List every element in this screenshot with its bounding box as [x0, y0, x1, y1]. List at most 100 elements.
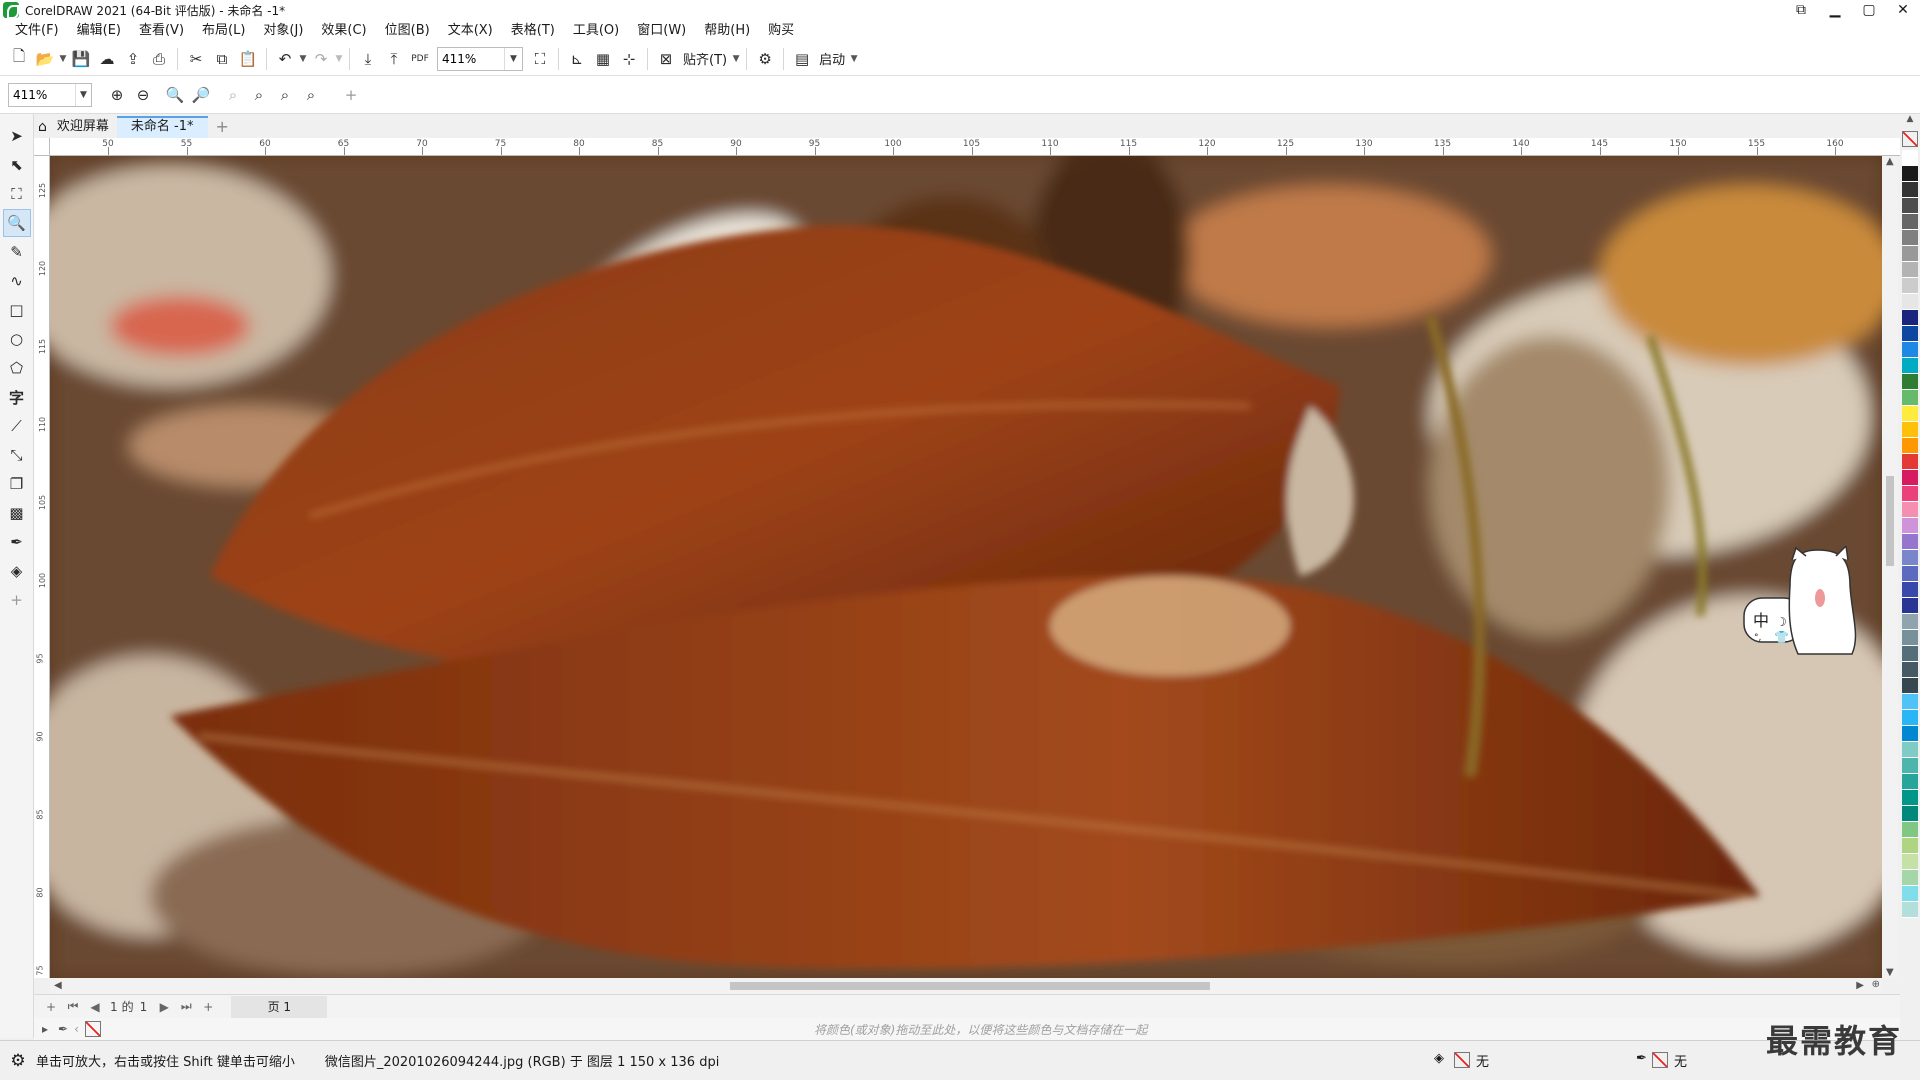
horizontal-scrollbar[interactable]: ◀ ▶ ⊕ [50, 978, 1882, 994]
color-swatch[interactable] [1902, 678, 1918, 694]
page-tab[interactable]: 页 1 [231, 995, 328, 1018]
maximize-button[interactable]: ▢ [1852, 0, 1886, 20]
show-grid-icon[interactable]: ▦ [590, 46, 616, 72]
scroll-right-icon[interactable]: ▶ [1856, 980, 1864, 991]
color-swatch[interactable] [1902, 166, 1918, 182]
color-swatch[interactable] [1902, 550, 1918, 566]
menu-edit[interactable]: 编辑(E) [68, 20, 130, 42]
color-swatch[interactable] [1902, 838, 1918, 854]
new-tab-button[interactable]: + [208, 116, 237, 138]
color-swatch[interactable] [1902, 150, 1918, 166]
menu-table[interactable]: 表格(T) [502, 20, 564, 42]
zoom-levels-input[interactable] [9, 83, 75, 106]
palette-more-icon[interactable]: ‹ [74, 1022, 79, 1036]
menu-help[interactable]: 帮助(H) [695, 20, 759, 42]
color-swatch[interactable] [1902, 486, 1918, 502]
vertical-scrollbar[interactable]: ▲ ▼ [1882, 156, 1898, 978]
no-color-swatch[interactable] [1902, 131, 1918, 147]
connector-tool-icon[interactable]: ⤡ [3, 441, 31, 469]
last-page-icon[interactable]: ⏭ [175, 999, 197, 1014]
eyedropper-tool-icon[interactable]: ✒ [3, 528, 31, 556]
menu-file[interactable]: 文件(F) [6, 20, 68, 42]
vertical-scroll-thumb[interactable] [1886, 476, 1894, 566]
color-swatch[interactable] [1902, 774, 1918, 790]
show-rulers-icon[interactable]: ⊾ [564, 46, 590, 72]
print-icon[interactable]: ⎙ [146, 46, 172, 72]
zoom-out-icon[interactable]: ⊖ [130, 82, 156, 108]
color-swatch[interactable] [1902, 390, 1918, 406]
paste-icon[interactable]: 📋 [235, 46, 261, 72]
menu-object[interactable]: 对象(J) [254, 20, 312, 42]
add-tool-icon[interactable]: + [3, 586, 31, 614]
color-swatch[interactable] [1902, 438, 1918, 454]
chevron-down-icon[interactable]: ▼ [504, 47, 522, 70]
close-button[interactable]: ✕ [1886, 0, 1920, 20]
freehand-tool-icon[interactable]: ✎ [3, 238, 31, 266]
horizontal-ruler[interactable]: 50 55 60 65 70 75 80 85 90 95 100 105 110 115 120 125 13… [50, 138, 1900, 156]
menu-window[interactable]: 窗口(W) [628, 20, 695, 42]
fill-none-swatch[interactable] [1454, 1052, 1470, 1068]
outline-pen-icon[interactable]: ✒ [1636, 1051, 1647, 1066]
menu-view[interactable]: 查看(V) [130, 20, 193, 42]
zoom-to-all-objects-icon[interactable]: 🔎 [188, 82, 214, 108]
parallel-dimension-tool-icon[interactable]: ⟋ [3, 412, 31, 440]
color-swatch[interactable] [1902, 374, 1918, 390]
cut-icon[interactable]: ✂ [183, 46, 209, 72]
color-swatch[interactable] [1902, 614, 1918, 630]
artistic-media-tool-icon[interactable]: ∿ [3, 267, 31, 295]
redo-icon[interactable]: ↷ [308, 46, 334, 72]
zoom-to-page-height-icon[interactable]: ⌕ [272, 82, 298, 108]
snap-to-label[interactable]: 贴齐(T) [679, 49, 731, 68]
color-swatch[interactable] [1902, 886, 1918, 902]
launch-dropdown-icon[interactable]: ▼ [849, 54, 859, 64]
restore-view-icon[interactable]: ⧉ [1784, 0, 1818, 20]
color-swatch[interactable] [1902, 582, 1918, 598]
publish-pdf-icon[interactable]: PDF [407, 46, 433, 72]
expand-arrow-icon[interactable]: ▸ [42, 1022, 48, 1036]
color-swatch[interactable] [1902, 646, 1918, 662]
tab-welcome[interactable]: ⌂ 欢迎屏幕 [34, 116, 117, 138]
add-icon[interactable]: + [338, 82, 364, 108]
outline-none-swatch[interactable] [1652, 1052, 1668, 1068]
color-swatch[interactable] [1902, 214, 1918, 230]
color-swatch[interactable] [1902, 806, 1918, 822]
leaf-bitmap-image[interactable] [50, 156, 1882, 978]
full-screen-icon[interactable]: ⛶ [527, 46, 553, 72]
export-icon[interactable]: ⤒ [381, 46, 407, 72]
color-swatch[interactable] [1902, 406, 1918, 422]
zoom-level-input[interactable] [438, 47, 504, 70]
navigator-icon[interactable]: ⊕ [1872, 979, 1880, 990]
scroll-down-icon[interactable]: ▼ [1886, 967, 1894, 978]
zoom-in-icon[interactable]: ⊕ [104, 82, 130, 108]
horizontal-scroll-thumb[interactable] [730, 982, 1210, 990]
minimize-button[interactable]: ▁ [1818, 0, 1852, 20]
menu-bitmaps[interactable]: 位图(B) [376, 20, 439, 42]
color-swatch[interactable] [1902, 742, 1918, 758]
undo-icon[interactable]: ↶ [272, 46, 298, 72]
zoom-to-selected-icon[interactable]: 🔍 [162, 82, 188, 108]
color-swatch[interactable] [1902, 598, 1918, 614]
color-swatch[interactable] [1902, 310, 1918, 326]
zoom-to-fit-icon[interactable]: ⌕ [298, 82, 324, 108]
color-swatch[interactable] [1902, 630, 1918, 646]
color-swatch[interactable] [1902, 182, 1918, 198]
undo-dropdown-icon[interactable]: ▼ [298, 54, 308, 64]
status-settings-gear-icon[interactable]: ⚙ [0, 1051, 36, 1071]
menu-text[interactable]: 文本(X) [439, 20, 502, 42]
drop-shadow-tool-icon[interactable]: ❐ [3, 470, 31, 498]
menu-effects[interactable]: 效果(C) [312, 20, 375, 42]
color-swatch[interactable] [1902, 422, 1918, 438]
color-swatch[interactable] [1902, 534, 1918, 550]
snap-off-icon[interactable]: ⊠ [653, 46, 679, 72]
color-swatch[interactable] [1902, 294, 1918, 310]
cloud-upload-icon[interactable]: ⇪ [120, 46, 146, 72]
save-icon[interactable]: 💾 [68, 46, 94, 72]
color-swatch[interactable] [1902, 566, 1918, 582]
palette-scroll-up-icon[interactable]: ▲ [1907, 114, 1914, 128]
color-swatch[interactable] [1902, 358, 1918, 374]
color-swatch[interactable] [1902, 822, 1918, 838]
color-swatch[interactable] [1902, 470, 1918, 486]
color-swatch[interactable] [1902, 278, 1918, 294]
menu-buy[interactable]: 购买 [759, 20, 803, 42]
open-dropdown-icon[interactable]: ▼ [58, 54, 68, 64]
